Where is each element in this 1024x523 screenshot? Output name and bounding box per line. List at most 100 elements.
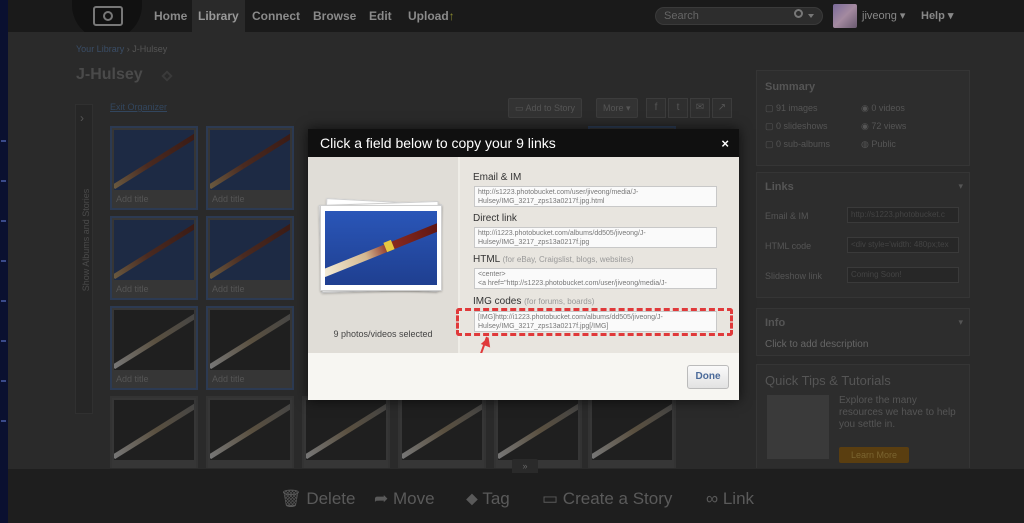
folder-icon: ▢ [765, 139, 777, 149]
email-im-label: Email & IM [473, 172, 522, 183]
learn-more-button[interactable]: Learn More [839, 447, 909, 463]
summary-panel: Summary ▢ 91 images ◉ 0 videos ▢ 0 slide… [756, 70, 970, 166]
nav-library[interactable]: Library [192, 0, 245, 32]
facebook-icon[interactable]: f [646, 98, 666, 118]
breadcrumb-sep: › [126, 44, 130, 54]
info-description[interactable]: Click to add description [765, 339, 868, 350]
close-icon[interactable]: × [721, 136, 729, 151]
move-label: Move [392, 489, 435, 508]
nav-edit[interactable]: Edit [363, 0, 398, 32]
link-button[interactable]: ∞ Link [706, 489, 754, 509]
thumb-caption[interactable]: Add title [116, 194, 149, 204]
done-button[interactable]: Done [687, 365, 729, 389]
slideshows-count: ▢ 0 slideshows [765, 121, 828, 132]
search-dropdown-icon[interactable] [808, 14, 814, 18]
pin-icon[interactable] [161, 70, 173, 82]
upload-arrow-icon: ↑ [448, 9, 455, 23]
photo-thumb[interactable]: Add title [206, 126, 294, 210]
avatar[interactable] [833, 4, 857, 28]
tips-thumbnail [767, 395, 829, 459]
links-email-label: Email & IM [765, 211, 809, 221]
photo-thumb[interactable]: Add title [206, 306, 294, 390]
exit-organizer-link[interactable]: Exit Organizer [110, 102, 167, 112]
photo-thumb[interactable]: Add title [110, 126, 198, 210]
links-email-field[interactable]: http://s1223.photobucket.c [847, 207, 959, 223]
thumb-caption[interactable]: Add title [116, 284, 149, 294]
tag-button[interactable]: ⬥ Tag [466, 489, 510, 509]
tips-body: Explore the many resources we have to he… [839, 395, 956, 430]
help-menu[interactable]: Help ▾ [921, 0, 953, 32]
nav-connect[interactable]: Connect [246, 0, 306, 32]
videos-count: ◉ 0 videos [861, 103, 905, 114]
sidebar-tab-label: Show Albums and Stories [81, 188, 91, 292]
camera-icon [93, 6, 123, 26]
eye-icon: ◉ [861, 121, 872, 131]
nav-upload[interactable]: Upload↑ [402, 0, 461, 32]
twitter-icon[interactable]: t [668, 98, 688, 118]
modal-header: Click a field below to copy your 9 links… [308, 129, 739, 157]
create-story-button[interactable]: ▭ Create a Story [542, 489, 672, 509]
search-icon[interactable] [794, 9, 803, 18]
expand-icon[interactable]: » [512, 459, 538, 473]
links-html-label: HTML code [765, 241, 812, 251]
people-icon: ◍ [861, 139, 872, 149]
links-slideshow-field[interactable]: Coming Soon! [847, 267, 959, 283]
modal-title: Click a field below to copy your 9 links [320, 135, 556, 151]
html-hint: (for eBay, Craigslist, blogs, websites) [502, 255, 634, 264]
photo-thumb[interactable]: Add title [110, 216, 198, 300]
photo-thumb[interactable]: Add title [206, 216, 294, 300]
bottom-action-bar: » 🗑 Delete ➦ Move ⬥ Tag ▭ Create a Story… [8, 459, 1024, 523]
img-codes-label: IMG codes [473, 296, 522, 307]
img-codes-hint: (for forums, boards) [524, 297, 595, 306]
breadcrumb-root[interactable]: Your Library [76, 44, 124, 54]
selection-preview: 9 photos/videos selected [308, 157, 458, 353]
delete-button[interactable]: 🗑 Delete [280, 489, 355, 509]
thumb-caption[interactable]: Add title [212, 284, 245, 294]
add-to-story-label: Add to Story [525, 103, 576, 113]
chevron-right-icon: › [80, 111, 84, 125]
nav-browse[interactable]: Browse [307, 0, 362, 32]
chevron-down-icon[interactable]: ▾ [958, 317, 963, 328]
desktop-edge [0, 0, 8, 523]
add-to-story-button[interactable]: ▭ Add to Story [508, 98, 583, 118]
more-button[interactable]: More ▾ [596, 98, 638, 118]
videos-count-text: 0 videos [871, 103, 905, 113]
thumb-caption[interactable]: Add title [212, 374, 245, 384]
thumb-caption[interactable]: Add title [116, 374, 149, 384]
direct-link-field[interactable]: http://i1223.photobucket.com/albums/dd50… [474, 227, 717, 248]
privacy-status: ◍ Public [861, 139, 896, 150]
nav-upload-label: Upload [408, 9, 449, 23]
nav-home[interactable]: Home [148, 0, 193, 32]
subalbums-count: ▢ 0 sub-albums [765, 139, 830, 150]
info-title: Info [765, 317, 786, 329]
html-code-field[interactable]: <center> <a href="http://s1223.photobuck… [474, 268, 717, 289]
link-label: Link [722, 489, 755, 508]
move-button[interactable]: ➦ Move [374, 489, 435, 509]
chevron-down-icon[interactable]: ▾ [958, 181, 963, 192]
email-icon[interactable]: ✉ [690, 98, 710, 118]
links-html-field[interactable]: <div style='width: 480px;tex [847, 237, 959, 253]
tag-label: Tag [482, 489, 510, 508]
user-menu[interactable]: jiveong ▾ [862, 0, 905, 32]
images-count-text: 91 images [776, 103, 818, 113]
tips-panel: Quick Tips & Tutorials Explore the many … [756, 364, 970, 474]
email-im-field[interactable]: http://s1223.photobucket.com/user/jiveon… [474, 186, 717, 207]
thumb-caption[interactable]: Add title [212, 194, 245, 204]
html-label-row: HTML (for eBay, Craigslist, blogs, websi… [473, 254, 634, 265]
info-panel: Info ▾ Click to add description [756, 308, 970, 356]
tips-title: Quick Tips & Tutorials [765, 373, 891, 388]
links-title: Links [765, 181, 794, 193]
privacy-text: Public [871, 139, 896, 149]
direct-link-label: Direct link [473, 213, 517, 224]
photo-thumb[interactable]: Add title [110, 306, 198, 390]
breadcrumb: Your Library › J-Hulsey [76, 44, 167, 54]
share-icon[interactable]: ↗ [712, 98, 732, 118]
selected-count: 9 photos/videos selected [333, 329, 433, 339]
breadcrumb-current: J-Hulsey [132, 44, 168, 54]
chevron-down-icon: ▾ [626, 103, 631, 113]
tag-icon: ⬥ [466, 489, 483, 508]
albums-sidebar-toggle[interactable]: › Show Albums and Stories [75, 104, 93, 414]
views-count-text: 72 views [871, 121, 907, 131]
modal-footer: Done [308, 353, 739, 400]
videos-icon: ◉ [861, 103, 872, 113]
